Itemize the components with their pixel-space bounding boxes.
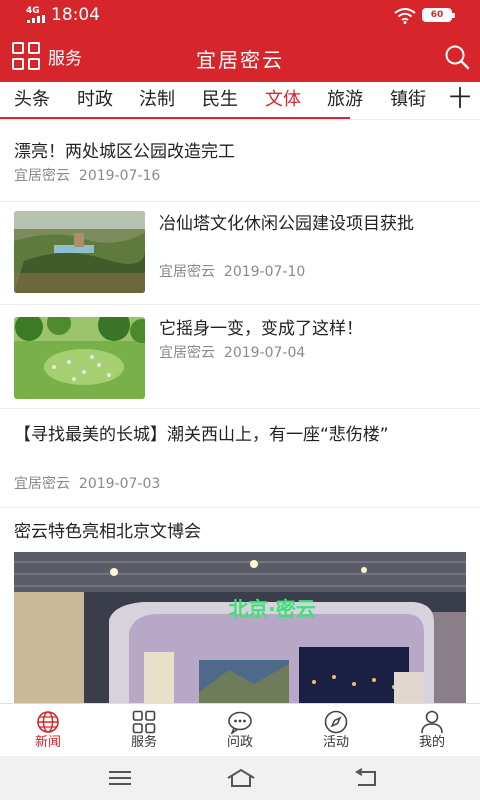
add-tab-button[interactable]: 十 [449, 88, 471, 112]
home-icon[interactable] [226, 768, 256, 788]
news-meta: 宜居密云 2019-07-04 [159, 344, 305, 362]
nav-inquiry[interactable]: 问政 [192, 704, 288, 757]
news-date: 2019-07-16 [78, 168, 161, 184]
news-source: 宜居密云 [14, 476, 70, 492]
news-item[interactable]: 冶仙塔文化休闲公园建设项目获批 宜居密云 2019-07-10 [0, 202, 480, 305]
news-source: 宜居密云 [159, 345, 215, 361]
tab-livelihood[interactable]: 民生 [202, 89, 238, 111]
tab-towns[interactable]: 镇街 [390, 89, 426, 111]
search-icon[interactable] [444, 44, 470, 70]
news-date: 2019-07-04 [223, 345, 306, 361]
news-item[interactable]: 它摇身一变，变成了这样！ 宜居密云 2019-07-04 [0, 305, 480, 409]
nav-label: 活动 [322, 735, 349, 750]
news-source: 宜居密云 [14, 168, 70, 184]
news-thumbnail [14, 317, 145, 399]
nav-label: 我的 [418, 735, 445, 750]
nav-mine[interactable]: 我的 [384, 704, 480, 757]
tab-indicator [0, 117, 350, 119]
category-tabs: 头条 时政 法制 民生 文体 旅游 镇街 十 [0, 82, 480, 120]
wifi-icon [394, 8, 416, 24]
news-date: 2019-07-03 [78, 476, 161, 492]
page-title: 宜居密云 [196, 48, 284, 72]
system-nav-bar [0, 756, 480, 800]
news-banner-image: 北京·密云 [14, 552, 466, 703]
status-bar: 4G 18:04 60 [0, 0, 480, 32]
nav-label: 服务 [130, 735, 157, 750]
news-title: 它摇身一变，变成了这样！ [159, 319, 363, 339]
nav-services[interactable]: 服务 [96, 704, 192, 757]
nav-label: 新闻 [34, 735, 61, 750]
banner-text: 北京·密云 [228, 597, 316, 621]
person-icon [421, 710, 443, 734]
tab-politics[interactable]: 时政 [77, 89, 113, 111]
news-thumbnail [14, 211, 145, 293]
grid-icon [132, 710, 156, 734]
top-bar: 4G 18:04 60 服务 宜居密云 [0, 0, 480, 82]
globe-icon [37, 711, 59, 733]
news-title: 漂亮！两处城区公园改造完工 [14, 142, 235, 162]
tab-tourism[interactable]: 旅游 [327, 89, 363, 111]
news-item[interactable]: 漂亮！两处城区公园改造完工 宜居密云 2019-07-16 [0, 120, 480, 202]
news-source: 宜居密云 [159, 264, 215, 280]
chat-icon [228, 711, 252, 734]
news-meta: 宜居密云 2019-07-03 [14, 475, 160, 493]
tab-headlines[interactable]: 头条 [14, 89, 50, 111]
nav-activities[interactable]: 活动 [288, 704, 384, 757]
news-item[interactable]: 密云特色亮相北京文博会 北京·密云 [0, 508, 480, 703]
news-title: 【寻找最美的长城】潮关西山上，有一座“悲伤楼” [14, 425, 389, 445]
tab-law[interactable]: 法制 [139, 89, 175, 111]
news-date: 2019-07-10 [223, 264, 306, 280]
battery-icon: 60 [422, 8, 455, 22]
nav-news[interactable]: 新闻 [0, 704, 96, 757]
bottom-nav: 新闻 服务 问政 活动 我的 [0, 703, 480, 756]
status-time: 18:04 [51, 5, 100, 25]
news-title: 冶仙塔文化休闲公园建设项目获批 [159, 214, 414, 234]
network-type: 4G [26, 6, 40, 16]
signal-icon [27, 15, 45, 23]
menu-icon[interactable] [107, 768, 133, 788]
news-item[interactable]: 【寻找最美的长城】潮关西山上，有一座“悲伤楼” 宜居密云 2019-07-03 [0, 409, 480, 508]
back-icon[interactable] [353, 768, 379, 788]
news-meta: 宜居密云 2019-07-16 [14, 167, 160, 185]
news-title: 密云特色亮相北京文博会 [14, 522, 201, 542]
compass-icon [324, 710, 348, 734]
app-header: 服务 宜居密云 [0, 32, 480, 82]
news-meta: 宜居密云 2019-07-10 [159, 263, 305, 281]
nav-label: 问政 [226, 735, 253, 750]
tab-culture-sports[interactable]: 文体 [265, 89, 301, 111]
